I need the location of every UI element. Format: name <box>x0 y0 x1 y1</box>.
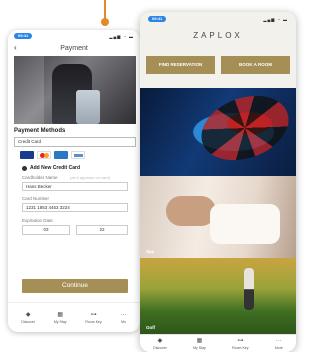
card-brand-list <box>20 151 85 159</box>
home-phone: 09:41 ▂▄▆ ◔ ▬ ZAPLOX FIND RESERVATION BO… <box>140 12 296 352</box>
status-bar: 09:41 ▂▄▆ ◔ ▬ <box>140 12 296 26</box>
tab-discover[interactable]: ◆ Discover <box>21 312 35 324</box>
more-icon: ··· <box>120 311 127 318</box>
roulette-image <box>192 88 296 172</box>
zaplox-logo: ZAPLOX <box>193 31 243 40</box>
tab-room-key[interactable]: ⊶ Room Key <box>232 338 248 350</box>
tab-label: Mo <box>121 319 127 324</box>
mastercard-icon <box>37 151 51 159</box>
tab-more[interactable]: ··· More <box>275 338 283 350</box>
tile-label-spa: Spa <box>146 249 155 254</box>
key-icon: ⊶ <box>90 311 97 318</box>
more-icon: ··· <box>275 337 282 344</box>
action-buttons: FIND RESERVATION BOOK A ROOM <box>146 56 290 74</box>
golf-tile[interactable]: Golf <box>140 258 296 334</box>
spa-tile[interactable]: Spa <box>140 176 296 258</box>
visa-icon <box>20 151 34 159</box>
card-number-label: Card Number <box>22 196 50 201</box>
find-reservation-button[interactable]: FIND RESERVATION <box>146 56 215 74</box>
photo-luggage <box>76 90 100 124</box>
photo-window <box>14 56 44 124</box>
tab-label: Discover <box>21 319 36 324</box>
tab-more[interactable]: ··· Mo <box>121 312 127 324</box>
tab-label: My Stay <box>53 319 67 324</box>
add-card-label: Add New Credit Card <box>30 165 81 171</box>
signal-battery-icon: ▂▄▆ ◔ ▬ <box>109 33 134 39</box>
tab-bar: ◆ Discover ▦ My Stay ⊶ Room Key ··· Mo <box>8 302 140 332</box>
status-bar: 09:41 ▂▄▆ ◔ ▬ <box>8 30 140 42</box>
cardholder-hint: (as it appears on card) <box>70 175 111 180</box>
tab-my-stay[interactable]: ▦ My Stay <box>54 312 67 324</box>
golfer-image <box>244 268 254 310</box>
tab-label: Room Key <box>232 345 249 350</box>
tab-room-key[interactable]: ⊶ Room Key <box>85 312 101 324</box>
back-arrow-icon[interactable]: ‹ <box>14 43 17 53</box>
page-title: Payment <box>60 44 88 52</box>
payment-method-select[interactable]: Credit Card <box>14 137 136 147</box>
add-card-option[interactable]: Add New Credit Card <box>22 165 80 171</box>
status-time: 09:41 <box>148 16 167 22</box>
connector-line <box>101 0 109 26</box>
spa-person-image <box>166 196 216 226</box>
key-icon: ⊶ <box>237 337 244 344</box>
tag-icon: ◆ <box>157 337 163 344</box>
card-number-field[interactable]: 1231 1853 4453 3224 <box>22 203 128 212</box>
exp-month-field[interactable]: 03 <box>22 225 70 235</box>
casino-tile[interactable] <box>140 88 296 176</box>
tab-label: More <box>274 345 283 350</box>
spa-towel-image <box>210 204 280 244</box>
tab-discover[interactable]: ◆ Discover <box>153 338 167 350</box>
amex-icon <box>54 151 68 159</box>
payment-phone: 09:41 ▂▄▆ ◔ ▬ ‹ Payment Payment Methods … <box>8 30 140 332</box>
tab-my-stay[interactable]: ▦ My Stay <box>193 338 206 350</box>
tag-icon: ◆ <box>25 311 31 318</box>
radio-selected-icon <box>22 165 27 171</box>
payment-header: ‹ Payment <box>8 42 140 54</box>
exp-year-field[interactable]: 22 <box>76 225 128 235</box>
card-other-icon <box>71 151 85 159</box>
tab-bar: ◆ Discover ▦ My Stay ⊶ Room Key ··· More <box>140 334 296 352</box>
payment-methods-title: Payment Methods <box>14 128 66 134</box>
signal-battery-icon: ▂▄▆ ◔ ▬ <box>263 16 288 22</box>
tile-label-golf: Golf <box>146 325 155 330</box>
book-room-button[interactable]: BOOK A ROOM <box>221 56 290 74</box>
status-time: 09:41 <box>14 33 33 39</box>
tab-label: Discover <box>153 345 167 350</box>
tab-label: Room Key <box>85 319 102 324</box>
expiration-label: Expiration Date <box>22 218 53 223</box>
continue-button[interactable]: Continue <box>22 279 128 293</box>
cardholder-label: Cardholder Name <box>22 175 58 180</box>
tab-label: My Stay <box>193 345 206 350</box>
calendar-icon: ▦ <box>57 311 64 318</box>
cardholder-field[interactable]: Hans Becker <box>22 182 128 191</box>
traveler-photo <box>14 56 136 124</box>
calendar-icon: ▦ <box>196 337 203 344</box>
